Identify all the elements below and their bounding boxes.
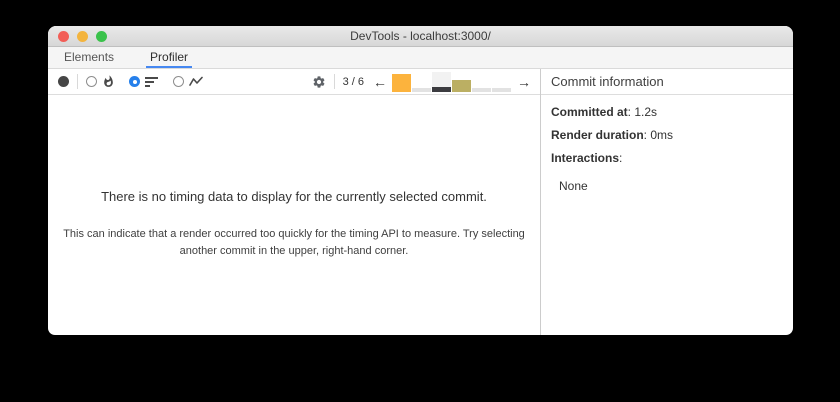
toolbar-divider [333, 74, 335, 89]
commit-bar-fill [432, 86, 451, 92]
toolbar-divider [77, 74, 78, 89]
render-duration-label: Render duration [551, 128, 644, 142]
commit-bar-4[interactable] [452, 72, 471, 92]
interactions-icon [189, 76, 204, 87]
render-duration-value: 0ms [650, 128, 674, 142]
committed-at-label: Committed at [551, 105, 628, 119]
interactions-row: Interactions: [551, 151, 623, 165]
flame-icon [102, 75, 115, 88]
commit-info-body: Committed at: 1.2s Render duration: 0ms … [541, 95, 793, 193]
radio-icon [129, 76, 140, 87]
committed-at-row: Committed at: 1.2s [551, 105, 658, 119]
tab-elements[interactable]: Elements [60, 47, 118, 68]
record-icon[interactable] [58, 76, 69, 87]
radio-icon [173, 76, 184, 87]
window-title: DevTools - localhost:3000/ [350, 29, 491, 43]
tab-bar: Elements Profiler [48, 47, 793, 69]
interactions-empty-value: None [559, 179, 588, 193]
content-area: 3 / 6 ← → There is no timing data to dis… [48, 69, 793, 335]
interactions-label: Interactions [551, 151, 620, 165]
commit-count: 3 / 6 [342, 75, 364, 88]
commit-bar-6[interactable] [492, 72, 511, 92]
profiler-toolbar: 3 / 6 ← → [48, 69, 540, 95]
radio-icon [86, 76, 97, 87]
next-commit-icon[interactable]: → [514, 75, 534, 89]
commit-bar-fill [392, 73, 411, 92]
empty-state-description: This can indicate that a render occurred… [63, 228, 525, 258]
commit-info-panel: Commit information Committed at: 1.2s Re… [541, 69, 793, 335]
profiler-main-pane: 3 / 6 ← → There is no timing data to dis… [48, 69, 541, 335]
commit-bar-fill [472, 87, 491, 92]
devtools-window: DevTools - localhost:3000/ Elements Prof… [48, 26, 793, 335]
commit-bar-fill [492, 87, 511, 92]
gear-icon[interactable] [312, 75, 326, 89]
commit-bar-3[interactable] [432, 71, 451, 92]
title-bar[interactable]: DevTools - localhost:3000/ [48, 26, 793, 47]
view-toggle-ranked[interactable] [129, 76, 159, 88]
empty-state: There is no timing data to display for t… [48, 95, 540, 260]
render-duration-row: Render duration: 0ms [551, 128, 674, 142]
committed-at-value: 1.2s [634, 105, 658, 119]
view-toggle-flamegraph[interactable] [86, 75, 115, 88]
prev-commit-icon[interactable]: ← [370, 75, 390, 89]
ranked-chart-icon [145, 76, 159, 88]
commit-bar-2[interactable] [412, 72, 431, 92]
commit-selector-bars [392, 71, 512, 92]
commit-bar-fill [412, 87, 431, 92]
commit-bar-1[interactable] [392, 72, 411, 92]
view-toggle-interactions[interactable] [173, 76, 204, 87]
commit-bar-fill [452, 79, 471, 92]
commit-bar-5[interactable] [472, 72, 491, 92]
empty-state-title: There is no timing data to display for t… [101, 189, 487, 204]
commit-info-header: Commit information [541, 69, 793, 95]
tab-profiler[interactable]: Profiler [146, 47, 193, 68]
